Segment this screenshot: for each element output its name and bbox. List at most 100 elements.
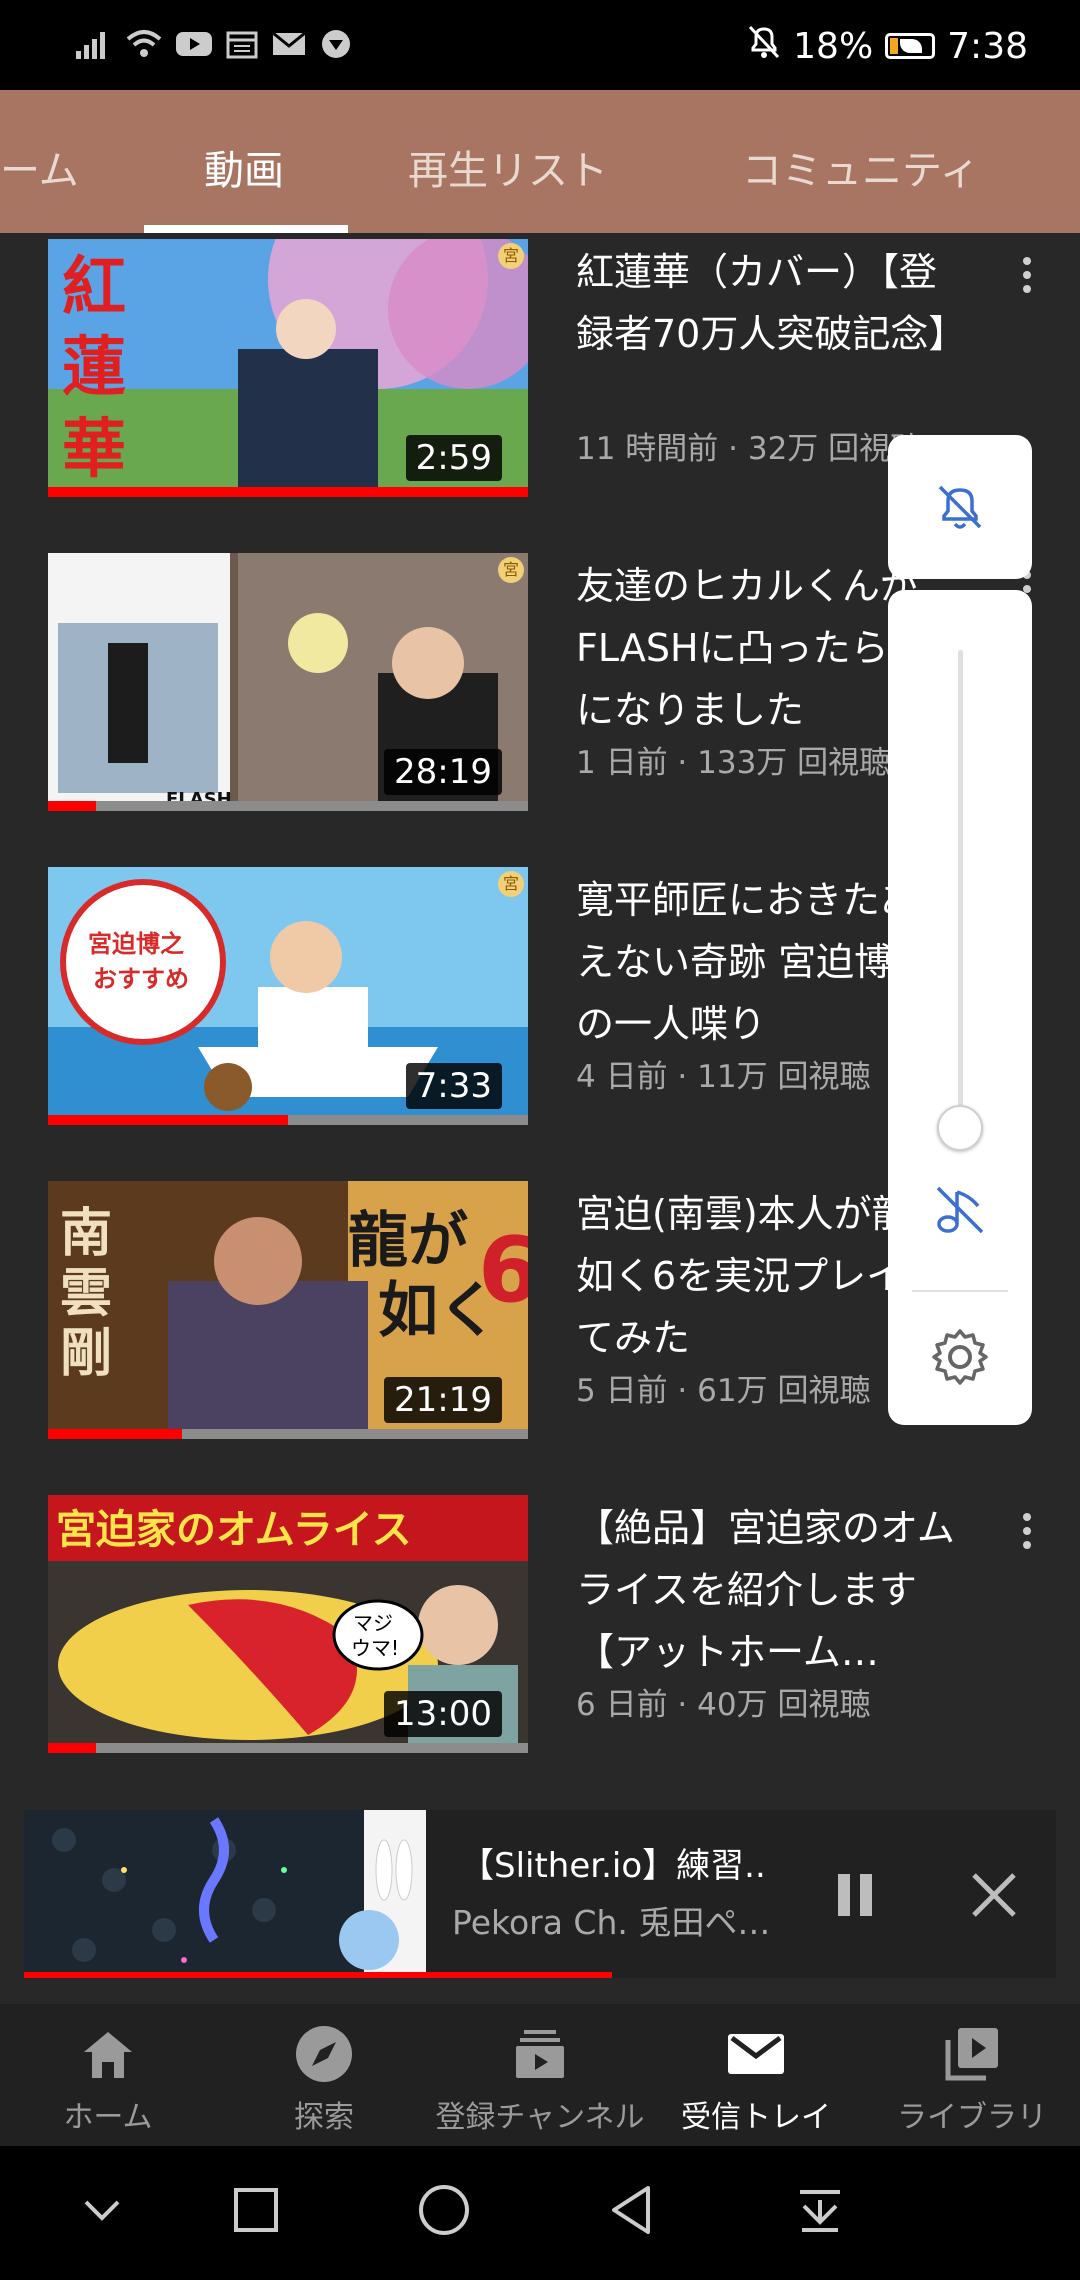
video-title[interactable]: 【絶品】宮迫家のオムライスを紹介します【アットホーム…: [576, 1497, 966, 1683]
svg-text:蓮: 蓮: [62, 331, 126, 405]
home-icon: [84, 2032, 132, 2078]
video-meta: 11 時間前 · 32万 回視聴: [576, 431, 922, 467]
watch-progress: [48, 1115, 288, 1125]
mail-icon: [272, 30, 306, 62]
tab-videos[interactable]: 動画: [204, 138, 284, 196]
nav-subscriptions-label: 登録チャンネル: [435, 2100, 645, 2135]
signal-icon: [76, 29, 112, 63]
mini-player-thumbnail[interactable]: [24, 1810, 426, 1974]
video-duration: 13:00: [384, 1691, 502, 1737]
video-title[interactable]: 紅蓮華（カバー）【登録者70万人突破記念】: [576, 241, 966, 365]
status-bar: 18% 7:38: [0, 0, 1080, 90]
video-duration: 7:33: [405, 1063, 502, 1109]
chevron-down-icon[interactable]: [70, 2178, 134, 2242]
video-meta: 6 日前 · 40万 回視聴: [576, 1687, 871, 1723]
svg-text:おすすめ: おすすめ: [93, 965, 189, 993]
svg-text:宮迫博之: 宮迫博之: [88, 930, 184, 958]
battery-icon: [885, 33, 936, 59]
channel-badge-icon: 宮: [498, 871, 524, 897]
status-right: 18% 7:38: [747, 20, 1028, 72]
video-meta: 4 日前 · 11万 回視聴: [576, 1059, 871, 1095]
nav-explore-label: 探索: [294, 2100, 354, 2135]
svg-text:雲: 雲: [60, 1264, 112, 1324]
svg-text:華: 華: [62, 413, 126, 487]
back-icon[interactable]: [600, 2178, 664, 2242]
watch-progress: [48, 1429, 183, 1439]
volume-panel: [888, 590, 1032, 1425]
system-navigation: [0, 2146, 1080, 2280]
pause-icon[interactable]: [820, 1860, 890, 1930]
wifi-icon: [126, 29, 162, 63]
svg-text:6: 6: [478, 1218, 528, 1323]
volume-slider-track[interactable]: [958, 650, 963, 1130]
mini-player-channel: Pekora Ch. 兎田ペ…: [452, 1903, 771, 1942]
svg-text:龍が: 龍が: [348, 1206, 468, 1276]
bell-off-icon: [747, 24, 781, 69]
settings-gear-icon[interactable]: [928, 1325, 992, 1389]
nav-inbox[interactable]: 受信トレイ: [648, 2022, 864, 2136]
watch-progress-track: [48, 1743, 528, 1753]
svg-text:紅: 紅: [62, 251, 126, 325]
video-thumbnail[interactable]: 紅 蓮 華 宮 2:59: [48, 239, 528, 497]
nav-inbox-label: 受信トレイ: [681, 2100, 831, 2135]
channel-tabs: ーム 動画 再生リスト コミュニティ: [0, 90, 1080, 233]
nav-library-label: ライブラリ: [897, 2100, 1047, 2135]
nav-subscriptions[interactable]: 登録チャンネル: [432, 2022, 648, 2136]
video-thumbnail[interactable]: 南 雲 剛 龍が 如く 6 21:19: [48, 1181, 528, 1439]
inbox-icon: [728, 2034, 784, 2074]
calendar-icon: [226, 29, 258, 63]
volume-slider-thumb[interactable]: [937, 1105, 983, 1151]
watch-progress-track: [48, 801, 528, 811]
mini-player-title[interactable]: 【Slither.io】練習..: [460, 1838, 766, 1887]
nav-home[interactable]: ホーム: [0, 2022, 216, 2136]
tab-community[interactable]: コミュニティ: [742, 138, 980, 196]
nav-library[interactable]: ライブラリ: [864, 2022, 1080, 2136]
nav-home-label: ホーム: [63, 2100, 153, 2135]
watch-progress: [48, 1743, 96, 1753]
close-icon[interactable]: [954, 1855, 1034, 1935]
svg-text:剛: 剛: [60, 1324, 112, 1384]
active-tab-indicator: [144, 225, 348, 233]
explore-icon: [296, 2026, 352, 2082]
channel-badge-icon: 宮: [498, 243, 524, 269]
bottom-navigation: ホーム 探索 登録チャンネル 受信トレイ ライブラリ: [0, 2004, 1080, 2146]
music-off-icon[interactable]: [930, 1180, 990, 1240]
more-options-icon[interactable]: [1012, 253, 1042, 303]
svg-text:南: 南: [60, 1204, 112, 1264]
svg-text:ウマ!: ウマ!: [351, 1636, 399, 1660]
mini-player-progress: [24, 1972, 613, 1978]
video-thumbnail[interactable]: FLASH 宮 28:19: [48, 553, 528, 811]
mini-player[interactable]: 【Slither.io】練習.. Pekora Ch. 兎田ペ…: [24, 1810, 1056, 1978]
tab-home[interactable]: ーム: [0, 138, 79, 196]
watch-progress: [48, 801, 96, 811]
ringer-toggle[interactable]: [888, 435, 1032, 579]
nav-explore[interactable]: 探索: [216, 2022, 432, 2136]
video-thumbnail[interactable]: 宮迫家のオムライス マジ ウマ! 13:00: [48, 1495, 528, 1753]
notification-pull-icon[interactable]: [788, 2178, 852, 2242]
watch-progress: [48, 487, 528, 497]
youtube-icon: [176, 30, 212, 62]
thumbnail-image: [24, 1810, 426, 1974]
more-options-icon[interactable]: [1012, 1509, 1042, 1559]
panel-divider: [912, 1290, 1008, 1292]
library-icon: [945, 2028, 998, 2081]
app-icon: [320, 28, 352, 64]
svg-text:宮迫家のオムライス: 宮迫家のオムライス: [56, 1507, 412, 1553]
home-circle-icon[interactable]: [412, 2178, 476, 2242]
clock: 7:38: [947, 25, 1028, 67]
video-meta: 1 日前 · 133万 回視聴: [576, 745, 891, 781]
subscriptions-icon: [516, 2030, 564, 2078]
tab-playlists[interactable]: 再生リスト: [408, 138, 608, 196]
video-item[interactable]: 宮迫家のオムライス マジ ウマ! 13:00 【絶品】宮迫家のオムライスを紹介し…: [0, 1489, 1080, 1759]
video-meta: 5 日前 · 61万 回視聴: [576, 1373, 871, 1409]
video-duration: 28:19: [384, 749, 502, 795]
battery-percent: 18%: [793, 25, 874, 67]
svg-text:マジ: マジ: [353, 1611, 393, 1635]
bell-off-icon: [938, 485, 982, 529]
video-duration: 21:19: [384, 1377, 502, 1423]
channel-badge-icon: 宮: [498, 557, 524, 583]
notification-icons: [76, 24, 352, 68]
video-thumbnail[interactable]: 宮迫博之 おすすめ 宮 7:33: [48, 867, 528, 1125]
video-duration: 2:59: [405, 435, 502, 481]
recents-icon[interactable]: [224, 2178, 288, 2242]
